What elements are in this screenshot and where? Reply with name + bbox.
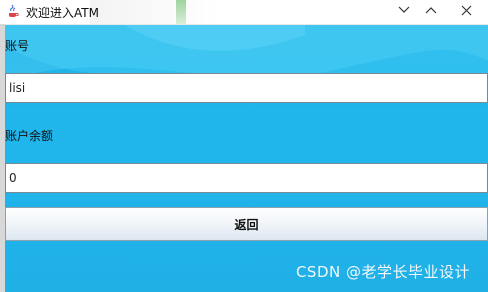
maximize-icon (425, 6, 437, 14)
title-bar[interactable]: 欢迎进入ATM (0, 0, 488, 24)
balance-field[interactable] (5, 163, 488, 193)
csdn-watermark: CSDN @老学长毕业设计 (295, 263, 470, 281)
background-window-strip (90, 0, 310, 24)
account-field[interactable] (5, 73, 488, 103)
account-label: 账号 (5, 39, 30, 53)
minimize-icon (398, 6, 410, 14)
maximize-button[interactable] (417, 0, 445, 20)
background-window-accent (176, 0, 186, 24)
close-button[interactable] (452, 0, 480, 20)
java-coffee-icon (6, 4, 20, 18)
atm-balance-panel: 账号 账户余额 返回 CSDN @老学长毕业设计 (5, 25, 488, 292)
back-button[interactable]: 返回 (5, 207, 488, 241)
window-title: 欢迎进入ATM (26, 6, 99, 20)
minimize-button[interactable] (390, 0, 418, 20)
close-icon (461, 5, 472, 16)
background-wave-decoration (5, 25, 488, 97)
balance-label: 账户余额 (5, 129, 54, 143)
